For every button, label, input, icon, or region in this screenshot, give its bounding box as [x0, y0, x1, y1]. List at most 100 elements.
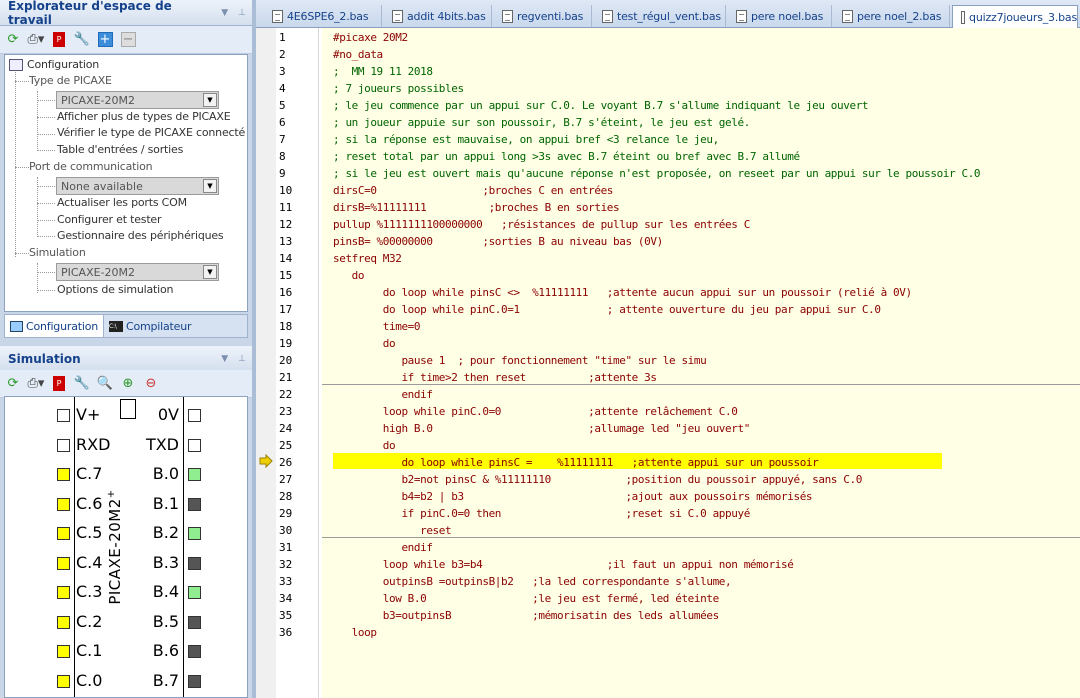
config-root[interactable]: Configuration	[9, 58, 99, 71]
pin-led-left[interactable]	[57, 497, 70, 511]
pdf-icon[interactable]: P	[50, 375, 68, 393]
pin-led-left[interactable]	[57, 674, 70, 688]
code-line[interactable]: b3=outpinsB ;mémorisatin des leds allumé…	[333, 607, 719, 624]
refresh-ports-link[interactable]: Actualiser les ports COM	[57, 196, 187, 209]
pin-led-right[interactable]	[188, 497, 201, 511]
line-number: 3	[279, 65, 286, 78]
tab-file[interactable]: quizz7joueurs_3.bas	[952, 5, 1078, 28]
io-table-link[interactable]: Table d'entrées / sorties	[57, 143, 183, 156]
pin-led-right[interactable]	[188, 645, 201, 658]
code-line[interactable]: ; MM 19 11 2018	[333, 63, 433, 80]
check-type-link[interactable]: Vérifier le type de PICAXE connecté	[57, 126, 245, 139]
print-icon[interactable]: ⎙▾	[27, 31, 45, 49]
code-line[interactable]: ; si la réponse est mauvaise, on appui b…	[333, 131, 719, 148]
zoom-icon[interactable]: 🔍	[96, 375, 114, 393]
device-manager-link[interactable]: Gestionnaire des périphériques	[57, 229, 224, 242]
code-line[interactable]: setfreq M32	[333, 250, 402, 267]
pin-led-left[interactable]	[57, 409, 70, 422]
code-line[interactable]: loop while b3=b4 ;il faut un appui non m…	[333, 556, 794, 573]
code-line[interactable]: do loop while pinC.0=1 ; attente ouvertu…	[333, 301, 881, 318]
config-test-link[interactable]: Configurer et tester	[57, 213, 162, 226]
code-line[interactable]: #no_data	[333, 46, 383, 63]
zoom-in-icon[interactable]: ⊕	[119, 375, 137, 393]
code-line[interactable]: ; reset total par un appui long >3s avec…	[333, 148, 800, 165]
print-icon[interactable]: ⎙▾	[27, 375, 45, 393]
wrench-icon[interactable]: 🔧	[73, 375, 91, 393]
code-line[interactable]: ; le jeu commence par un appui sur C.0. …	[333, 97, 869, 114]
code-line[interactable]: high B.0 ;allumage led "jeu ouvert"	[333, 420, 751, 437]
code-line[interactable]: if pinC.0=0 then ;reset si C.0 appuyé	[333, 505, 750, 522]
dropdown-arrow-icon[interactable]: ▼	[203, 179, 217, 193]
code-line[interactable]: ; si le jeu est ouvert mais qu'aucune ré…	[333, 165, 981, 182]
pin-led-left[interactable]	[57, 438, 70, 452]
code-line[interactable]: loop while pinC.0=0 ;attente relâchement…	[333, 403, 738, 420]
comm-port-select[interactable]: None available ▼	[56, 177, 219, 195]
chevron-down-icon[interactable]: ▼	[221, 354, 228, 364]
pin-led-right[interactable]	[188, 586, 201, 599]
pin-icon[interactable]: ⊥	[238, 354, 246, 364]
simulation-select[interactable]: PICAXE-20M2 ▼	[56, 263, 219, 281]
tab-file[interactable]: 4E6SPE6_2.bas	[264, 5, 382, 27]
code-line[interactable]: do	[333, 437, 396, 454]
tab-file[interactable]: regventi.bas	[494, 5, 592, 27]
pin-led-right[interactable]	[188, 468, 201, 481]
code-line[interactable]: reset	[333, 522, 452, 539]
code-line[interactable]: pause 1 ; pour fonctionnement "time" sur…	[333, 352, 706, 369]
pin-led-right[interactable]	[188, 438, 201, 452]
dropdown-arrow-icon[interactable]: ▼	[203, 265, 217, 279]
pin-led-right[interactable]	[188, 674, 201, 688]
code-line[interactable]: b2=not pinsC & %11111110 ;position du po…	[333, 471, 862, 488]
refresh-icon[interactable]: ⟳	[4, 31, 22, 49]
code-line[interactable]: do	[333, 267, 365, 284]
tab-file[interactable]: addit 4bits.bas	[384, 5, 492, 27]
pin-led-right[interactable]	[188, 527, 201, 540]
code-line[interactable]: pullup %1111111100000000 ;résistances de…	[333, 216, 750, 233]
more-types-link[interactable]: Afficher plus de types de PICAXE	[57, 110, 231, 123]
code-line[interactable]: pinsB= %00000000 ;sorties B au niveau ba…	[333, 233, 663, 250]
tab-compiler[interactable]: C:\ Compilateur	[104, 315, 196, 337]
pin-led-left[interactable]	[57, 645, 70, 658]
pin-led-left[interactable]	[57, 615, 70, 629]
pin-led-left[interactable]	[57, 527, 70, 540]
tab-file[interactable]: pere noel.bas	[728, 5, 832, 27]
pin-led-left[interactable]	[57, 556, 70, 570]
chevron-down-icon[interactable]: ▼	[221, 8, 228, 18]
tab-file[interactable]: pere noel_2.bas	[834, 5, 950, 27]
pin-led-right[interactable]	[188, 409, 201, 422]
breakpoint-gutter[interactable]	[256, 28, 276, 698]
code-line[interactable]: dirsB=%11111111 ;broches B en sorties	[333, 199, 620, 216]
zoom-out-icon[interactable]: ⊖	[142, 375, 160, 393]
expand-icon[interactable]: +	[96, 31, 114, 49]
line-number: 13	[279, 235, 293, 248]
code-line[interactable]: endif	[333, 539, 433, 556]
picaxe-type-select[interactable]: PICAXE-20M2 ▼	[56, 91, 219, 109]
code-line[interactable]: endif	[333, 386, 433, 403]
code-line[interactable]: do loop while pinsC = %11111111 ;attente…	[333, 454, 818, 471]
config-icon	[10, 320, 23, 332]
code-line[interactable]: dirsC=0 ;broches C en entrées	[333, 182, 613, 199]
code-line[interactable]: do loop while pinsC <> %11111111 ;attent…	[333, 284, 912, 301]
code-line[interactable]: ; 7 joueurs possibles	[333, 80, 464, 97]
pin-led-left[interactable]	[57, 468, 70, 481]
code-line[interactable]: b4=b2 | b3 ;ajout aux poussoirs mémorisé…	[333, 488, 812, 505]
dropdown-arrow-icon[interactable]: ▼	[203, 93, 217, 107]
wrench-icon[interactable]: 🔧	[73, 31, 91, 49]
sim-options-link[interactable]: Options de simulation	[57, 283, 174, 296]
collapse-icon[interactable]: −	[119, 31, 137, 49]
code-line[interactable]: ; un joueur appuie sur son poussoir, B.7…	[333, 114, 750, 131]
code-line[interactable]: if time>2 then reset ;attente 3s	[333, 369, 657, 386]
code-line[interactable]: #picaxe 20M2	[333, 29, 408, 46]
code-line[interactable]: loop	[333, 624, 377, 641]
refresh-icon[interactable]: ⟳	[4, 375, 22, 393]
code-line[interactable]: low B.0 ;le jeu est fermé, led éteinte	[333, 590, 719, 607]
pdf-icon[interactable]: P	[50, 31, 68, 49]
code-line[interactable]: outpinsB =outpinsB|b2 ;la led correspond…	[333, 573, 732, 590]
pin-led-right[interactable]	[188, 556, 201, 570]
tab-configuration[interactable]: Configuration	[5, 315, 104, 337]
pin-led-right[interactable]	[188, 615, 201, 629]
code-line[interactable]: do	[333, 335, 396, 352]
pin-led-left[interactable]	[57, 586, 70, 599]
pin-icon[interactable]: ⊥	[238, 8, 246, 18]
code-line[interactable]: time=0	[333, 318, 421, 335]
tab-file[interactable]: test_régul_vent.bas	[594, 5, 726, 27]
